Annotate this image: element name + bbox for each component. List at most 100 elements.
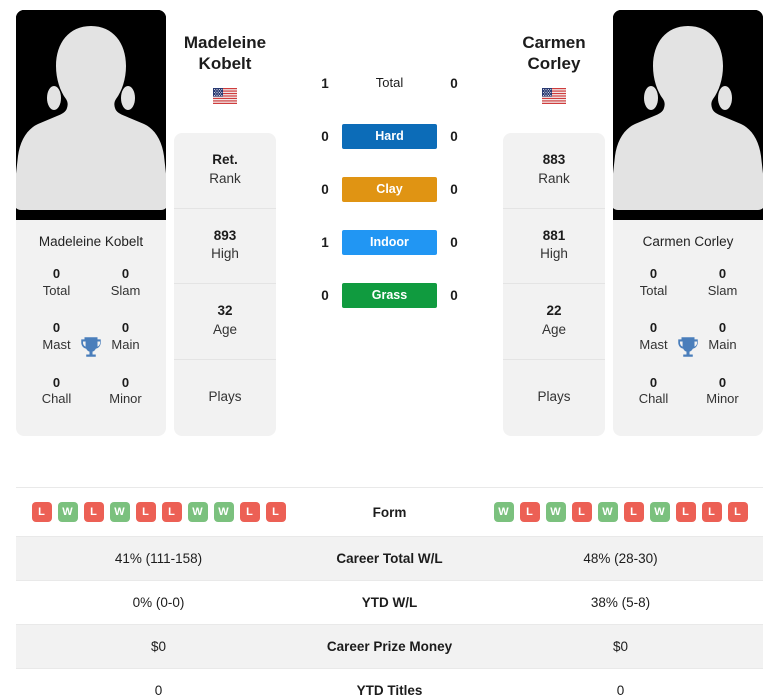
player-photo-left [16, 10, 166, 220]
player-comparison-page: Madeleine Kobelt 0 Total 0 Slam 0 Mast 0… [0, 0, 779, 699]
form-strip-right: WLWLWLWLLL [482, 502, 759, 522]
form-badge-win[interactable]: W [597, 502, 618, 522]
player-card-left[interactable]: Madeleine Kobelt 0 Total 0 Slam 0 Mast 0… [16, 10, 166, 437]
stat-left-value: 41% (111-158) [114, 551, 203, 566]
form-badge-win[interactable]: W [213, 502, 234, 522]
h2h-surface-label-total: Total [375, 75, 404, 90]
title-stat-minor-right: 0 Minor [688, 368, 757, 422]
rank-row-plays-right: Plays [503, 360, 605, 436]
title-stat-chall-left: 0 Chall [22, 368, 91, 422]
rank-row-high-right: 881 High [503, 209, 605, 285]
rank-label: Plays [208, 389, 242, 405]
form-badge-loss[interactable]: L [161, 502, 182, 522]
form-badge-loss[interactable]: L [701, 502, 722, 522]
form-badge-loss[interactable]: L [727, 502, 748, 522]
rank-label: Age [212, 322, 238, 338]
title-stat-value: 0 [52, 374, 61, 390]
h2h-left-score: 0 [321, 288, 329, 303]
person-silhouette-icon [16, 10, 166, 220]
us-flag-icon [503, 75, 605, 105]
rank-card-left: Ret. Rank 893 High 32 Age Plays [174, 132, 276, 437]
h2h-surface-badge-grass[interactable]: Grass [342, 283, 437, 308]
form-badge-loss[interactable]: L [83, 502, 104, 522]
form-badge-win[interactable]: W [545, 502, 566, 522]
title-stat-value: 0 [718, 266, 727, 281]
h2h-left-score: 0 [321, 182, 329, 197]
form-badge-loss[interactable]: L [571, 502, 592, 522]
rank-value: 893 [213, 227, 237, 243]
form-strip-left: LWLWLLWWLL [20, 502, 297, 522]
rank-value: Ret. [212, 151, 238, 167]
stat-right-value: $0 [612, 639, 629, 654]
form-badge-loss[interactable]: L [265, 502, 286, 522]
h2h-surface-badge-indoor[interactable]: Indoor [342, 230, 437, 255]
table-row-form: LWLWLLWWLL Form WLWLWLWLLL [16, 487, 763, 537]
stat-left-value: 0 [154, 683, 163, 698]
rank-row-high-left: 893 High [174, 209, 276, 285]
title-stat-value: 0 [649, 374, 658, 390]
title-stat-value: 0 [52, 266, 61, 281]
title-stat-minor-left: 0 Minor [91, 368, 160, 422]
h2h-left-score: 1 [321, 235, 329, 250]
form-badge-win[interactable]: W [187, 502, 208, 522]
player-name-left: Madeleine Kobelt [174, 10, 276, 75]
stat-row-label: YTD W/L [361, 595, 418, 610]
title-stat-label: Total [42, 282, 71, 298]
player-name-line1: Madeleine [183, 33, 267, 52]
rank-value: 881 [542, 227, 566, 243]
title-stat-total-left: 0 Total [22, 259, 91, 313]
h2h-right-score: 0 [450, 235, 458, 250]
title-stat-label: Minor [109, 391, 142, 407]
player-name-line2: Corley [527, 54, 581, 74]
form-badge-win[interactable]: W [493, 502, 514, 522]
stat-right-value: 48% (28-30) [583, 551, 658, 566]
stat-left-value: $0 [150, 639, 167, 654]
h2h-surface-badge-clay[interactable]: Clay [342, 177, 437, 202]
h2h-right-score: 0 [450, 129, 458, 144]
player-card-name-left: Madeleine Kobelt [38, 234, 144, 249]
table-row-career-total-wl: 41% (111-158) Career Total W/L 48% (28-3… [16, 536, 763, 581]
player-info-col-left: Madeleine Kobelt Ret. Rank 893 High 32 A… [166, 10, 284, 437]
h2h-right-score: 0 [450, 75, 458, 91]
form-badge-loss[interactable]: L [675, 502, 696, 522]
title-stat-label: Slam [110, 282, 141, 298]
form-badge-loss[interactable]: L [519, 502, 540, 522]
stat-left-value: 0% (0-0) [132, 595, 185, 610]
us-flag-icon-glyph [213, 87, 237, 104]
title-stat-label: Total [639, 282, 668, 298]
form-badge-win[interactable]: W [57, 502, 78, 522]
rank-value: 883 [542, 151, 566, 167]
player-photo-right [613, 10, 763, 220]
trophy-icon-glyph [81, 336, 101, 357]
h2h-surface-badge-hard[interactable]: Hard [342, 124, 437, 149]
form-badge-win[interactable]: W [649, 502, 670, 522]
comparison-top-area: Madeleine Kobelt 0 Total 0 Slam 0 Mast 0… [0, 0, 779, 480]
form-badge-win[interactable]: W [109, 502, 130, 522]
form-badge-loss[interactable]: L [623, 502, 644, 522]
title-stat-label: Slam [707, 282, 738, 298]
rank-row-age-left: 32 Age [174, 284, 276, 361]
rank-label: High [211, 246, 239, 262]
titles-grid-left: 0 Total 0 Slam 0 Mast 0 Main 0 Chall 0 M… [16, 259, 166, 436]
title-stat-value: 0 [718, 374, 727, 390]
title-stat-total-right: 0 Total [619, 259, 688, 313]
h2h-row-hard: 0 Hard 0 [288, 124, 491, 149]
player-card-right[interactable]: Carmen Corley 0 Total 0 Slam 0 Mast 0 Ma… [613, 10, 763, 437]
form-badge-loss[interactable]: L [239, 502, 260, 522]
h2h-row-clay: 0 Clay 0 [288, 177, 491, 202]
trophy-icon [675, 334, 701, 360]
rank-row-rank-right: 883 Rank [503, 133, 605, 209]
player-info-col-right: Carmen Corley 883 Rank 881 High 22 Age P… [495, 10, 613, 437]
title-stat-slam-left: 0 Slam [91, 259, 160, 313]
h2h-right-score: 0 [450, 288, 458, 303]
title-stat-label: Chall [638, 391, 669, 407]
form-badge-loss[interactable]: L [135, 502, 156, 522]
form-cell-left: LWLWLLWWLL [16, 488, 301, 537]
h2h-left-score: 1 [321, 75, 329, 91]
trophy-icon [78, 334, 104, 360]
person-silhouette-icon [613, 10, 763, 220]
table-row-ytd-titles: 0 YTD Titles 0 [16, 668, 763, 699]
form-badge-loss[interactable]: L [31, 502, 52, 522]
rank-label: Rank [538, 170, 570, 186]
stat-row-label: Career Total W/L [336, 551, 443, 566]
